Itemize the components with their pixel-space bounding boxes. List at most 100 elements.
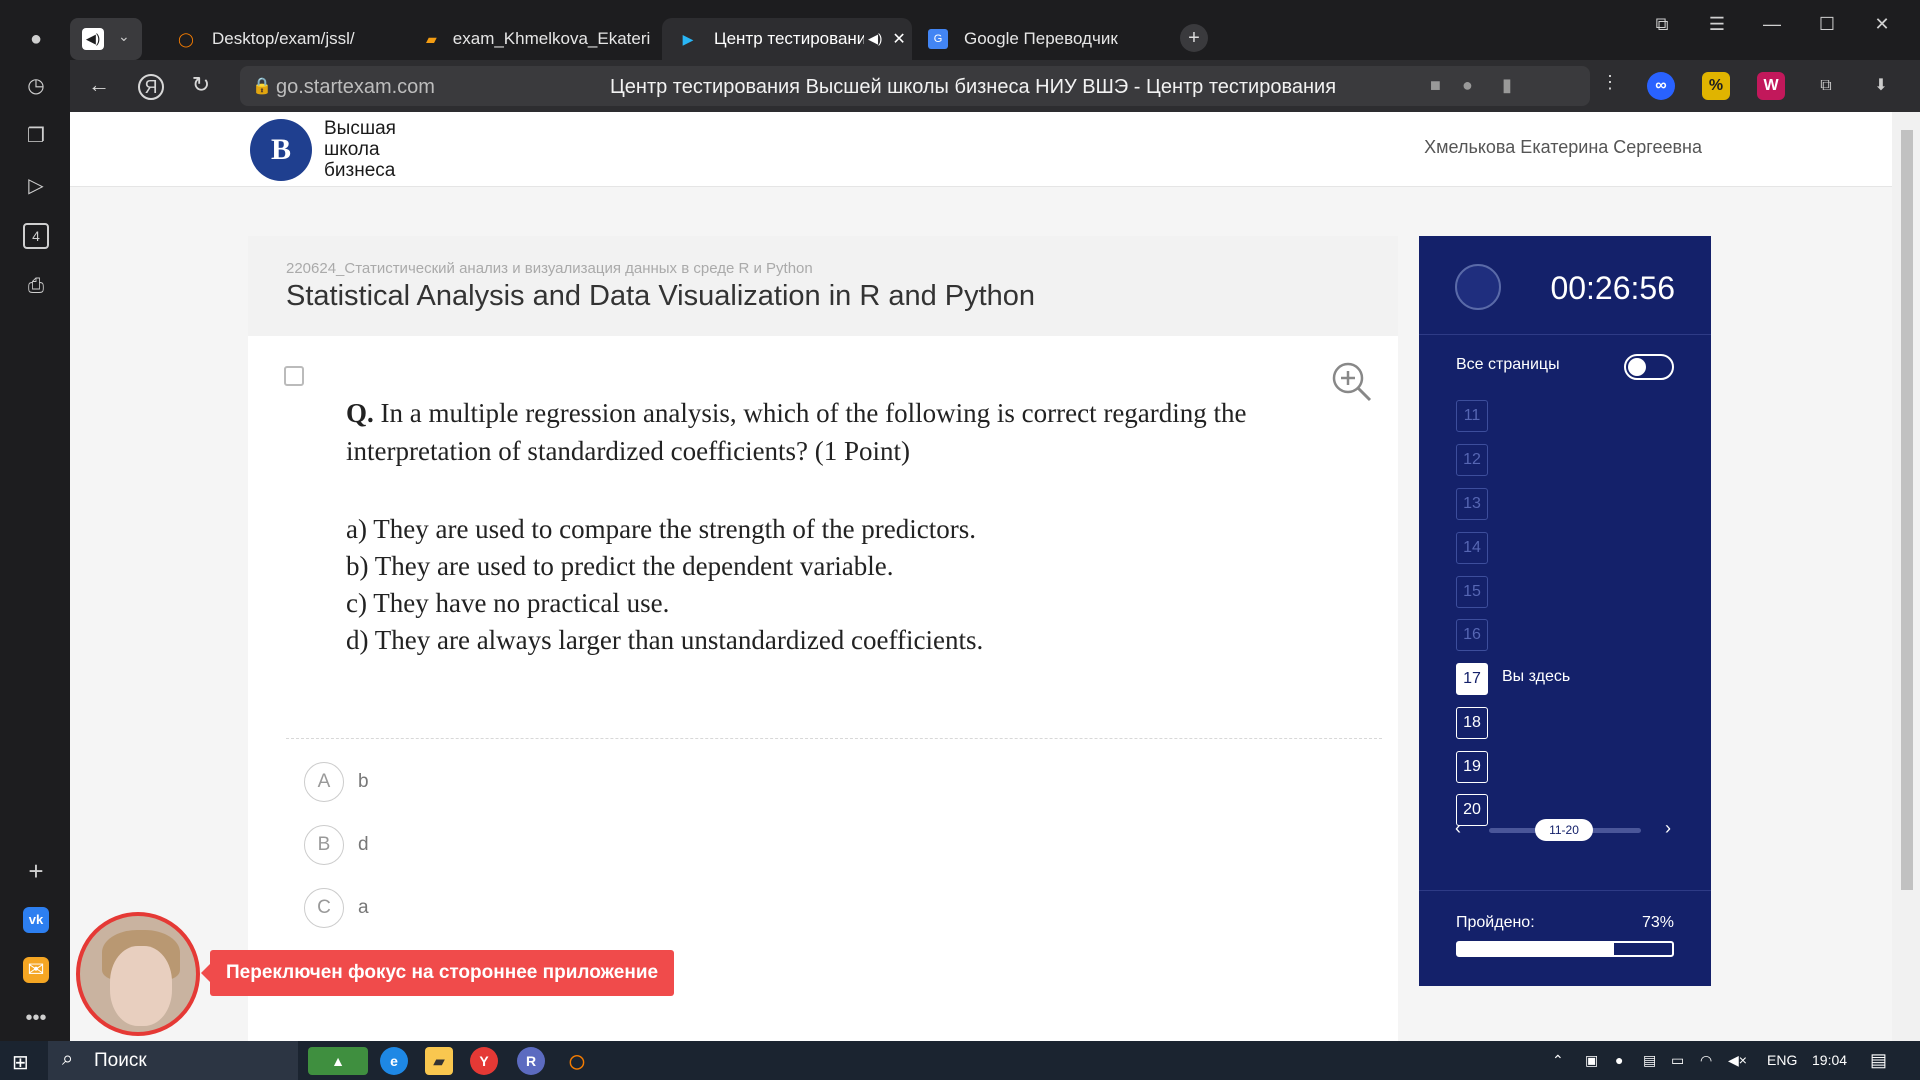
new-tab-button[interactable]: + bbox=[1180, 24, 1208, 52]
logo-line: Высшая bbox=[324, 118, 396, 139]
question-nav-16[interactable]: 16 bbox=[1456, 619, 1488, 651]
tray-wifi-icon[interactable]: ◠ bbox=[1700, 1052, 1712, 1069]
option-line: b) They are used to predict the dependen… bbox=[346, 551, 894, 581]
page-title: Центр тестирования Высшей школы бизнеса … bbox=[610, 76, 1337, 98]
search-label: Поиск bbox=[94, 1050, 147, 1071]
answer-choice-b[interactable]: B d bbox=[304, 825, 369, 865]
answer-choice-a[interactable]: A b bbox=[304, 762, 369, 802]
option-line: d) They are always larger than unstandar… bbox=[346, 625, 984, 655]
tray-battery-icon[interactable]: ▭ bbox=[1671, 1052, 1684, 1069]
widgets-icon[interactable]: ▲ bbox=[308, 1047, 368, 1075]
question-nav-13[interactable]: 13 bbox=[1456, 488, 1488, 520]
input-language[interactable]: ENG bbox=[1767, 1052, 1797, 1068]
question-options: a) They are used to compare the strength… bbox=[346, 511, 983, 659]
audio-tab-group[interactable]: ◀) ⌄ bbox=[70, 18, 142, 60]
screenshot-icon[interactable]: ⎙ bbox=[23, 273, 49, 299]
clock[interactable]: 19:04 bbox=[1812, 1052, 1847, 1068]
maximize-button[interactable]: ☐ bbox=[1812, 14, 1842, 35]
hse-logo[interactable]: В bbox=[250, 119, 312, 181]
extension-discount-icon[interactable]: % bbox=[1702, 72, 1730, 100]
question-nav-12[interactable]: 12 bbox=[1456, 444, 1488, 476]
taskbar-search[interactable]: ⌕ Поиск bbox=[48, 1041, 298, 1080]
question-nav-18[interactable]: 18 bbox=[1456, 707, 1488, 739]
chevron-left-icon[interactable]: ‹ bbox=[1455, 818, 1461, 839]
add-panel-icon[interactable]: + bbox=[23, 858, 49, 884]
browser-sidebar: ● ◷ ❐ ▷ 4 ⎙ + vk ✉ ••• bbox=[0, 0, 70, 1041]
question-body: In a multiple regression analysis, which… bbox=[346, 398, 1247, 466]
minimize-button[interactable]: — bbox=[1757, 14, 1787, 35]
question-nav-15[interactable]: 15 bbox=[1456, 576, 1488, 608]
all-pages-toggle[interactable] bbox=[1624, 354, 1674, 380]
tab-testing-center[interactable]: ▶ Центр тестирования ◀) ✕ bbox=[662, 18, 912, 60]
tab-google-translate[interactable]: G Google Переводчик bbox=[922, 18, 1152, 60]
question-nav-11[interactable]: 11 bbox=[1456, 400, 1488, 432]
camera-icon[interactable]: ■ bbox=[1430, 75, 1441, 96]
back-button[interactable]: ← bbox=[84, 72, 114, 98]
yandex-icon[interactable]: Я bbox=[138, 74, 164, 100]
page-range-slider[interactable]: 11-20 bbox=[1489, 819, 1641, 841]
extension-w-icon[interactable]: W bbox=[1757, 72, 1785, 100]
answer-choice-c[interactable]: C a bbox=[304, 888, 369, 928]
address-bar[interactable]: 🔒 go.startexam.com Центр тестирования Вы… bbox=[240, 66, 1590, 106]
profile-icon[interactable]: ● bbox=[23, 26, 49, 52]
video-icon[interactable]: ▷ bbox=[23, 173, 49, 199]
jupyter-icon[interactable]: ◯ bbox=[563, 1047, 591, 1075]
chevron-right-icon[interactable]: › bbox=[1665, 818, 1671, 839]
menu-icon[interactable]: ☰ bbox=[1702, 14, 1732, 35]
scrollbar-thumb[interactable] bbox=[1901, 130, 1913, 890]
divider bbox=[1419, 890, 1711, 891]
tray-device-icon[interactable]: ▣ bbox=[1585, 1052, 1598, 1069]
tray-chevron-up-icon[interactable]: ⌃ bbox=[1552, 1052, 1564, 1069]
download-icon[interactable]: ⬇ bbox=[1867, 72, 1895, 100]
edge-icon[interactable]: e bbox=[380, 1047, 408, 1075]
more-icon[interactable]: ••• bbox=[23, 1005, 49, 1031]
tab-bar: ◀) ⌄ ◯ Desktop/exam/jssl/ ▰ exam_Khmelko… bbox=[70, 0, 1920, 60]
yandex-browser-icon[interactable]: Y bbox=[470, 1047, 498, 1075]
windows-start-icon[interactable]: ⊞ bbox=[12, 1050, 29, 1075]
mail-icon[interactable]: ✉ bbox=[23, 957, 49, 983]
tray-network-icon[interactable]: ▤ bbox=[1643, 1052, 1656, 1069]
bookmark-icon[interactable]: ▮ bbox=[1502, 75, 1512, 96]
zoom-in-icon[interactable] bbox=[1330, 360, 1374, 404]
file-explorer-icon[interactable]: ▰ bbox=[425, 1047, 453, 1075]
all-pages-label: Все страницы bbox=[1456, 356, 1560, 373]
page-scrollbar[interactable] bbox=[1892, 112, 1920, 1041]
history-icon[interactable]: ◷ bbox=[23, 73, 49, 99]
more-options-icon[interactable]: ⋮ bbox=[1595, 72, 1625, 93]
divider bbox=[1419, 334, 1711, 335]
tabs-count-badge[interactable]: 4 bbox=[23, 223, 49, 249]
question-nav-19[interactable]: 19 bbox=[1456, 751, 1488, 783]
tab-exam[interactable]: ▰ exam_Khmelkova_Ekaterin bbox=[420, 18, 650, 60]
user-name[interactable]: Хмелькова Екатерина Сергеевна bbox=[1424, 137, 1702, 158]
answer-text: b bbox=[358, 771, 369, 792]
tray-microphone-icon[interactable]: ● bbox=[1615, 1052, 1623, 1068]
translate-icon: G bbox=[928, 29, 948, 49]
notifications-icon[interactable]: ▤ bbox=[1870, 1050, 1887, 1071]
logo-line: школа bbox=[324, 139, 380, 160]
extension-puzzle-icon[interactable]: ⧉ bbox=[1812, 72, 1840, 100]
question-nav-14[interactable]: 14 bbox=[1456, 532, 1488, 564]
timer-icon bbox=[1455, 264, 1501, 310]
toggle-knob bbox=[1628, 358, 1646, 376]
speaker-icon: ◀) bbox=[82, 28, 104, 50]
note-icon[interactable] bbox=[284, 366, 304, 386]
audio-playing-icon[interactable]: ◀) bbox=[868, 31, 882, 47]
tab-desktop[interactable]: ◯ Desktop/exam/jssl/ bbox=[170, 18, 410, 60]
answer-letter: C bbox=[304, 888, 344, 928]
microphone-icon[interactable]: ● bbox=[1462, 75, 1473, 96]
lock-icon: 🔒 bbox=[252, 78, 272, 95]
collections-icon[interactable]: ❐ bbox=[23, 123, 49, 149]
extension-vpn-icon[interactable]: ∞ bbox=[1647, 72, 1675, 100]
page-range-thumb[interactable]: 11-20 bbox=[1535, 819, 1593, 841]
close-tab-icon[interactable]: ✕ bbox=[892, 29, 905, 49]
r-icon[interactable]: R bbox=[517, 1047, 545, 1075]
vk-icon[interactable]: vk bbox=[23, 907, 49, 933]
progress-fill bbox=[1458, 943, 1615, 955]
question-nav-17[interactable]: 17 bbox=[1456, 663, 1488, 695]
jupyter-icon: ◯ bbox=[178, 31, 194, 47]
reload-button[interactable]: ↻ bbox=[186, 72, 216, 98]
bookmarks-tabs-icon[interactable]: ⧉ bbox=[1647, 14, 1677, 35]
tray-volume-muted-icon[interactable]: ◀× bbox=[1728, 1052, 1747, 1069]
close-window-button[interactable]: ✕ bbox=[1867, 14, 1897, 35]
site-header: В Высшая школа бизнеса Хмелькова Екатери… bbox=[70, 112, 1892, 187]
